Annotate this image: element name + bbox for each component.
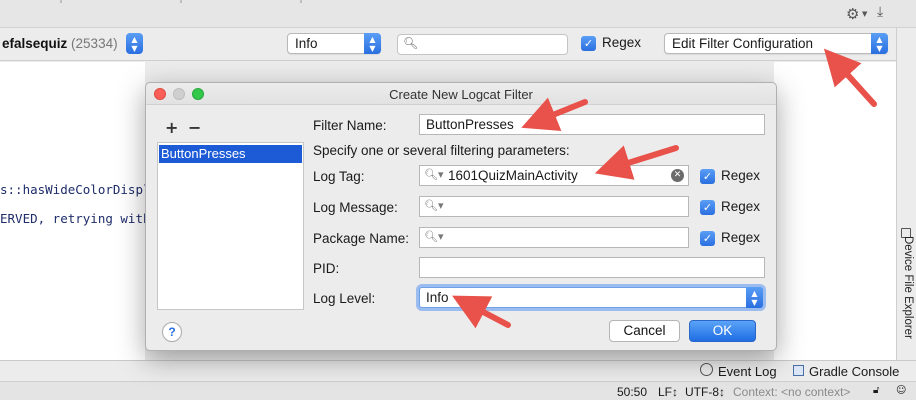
- log-level-dropdown-value: Info: [426, 290, 449, 305]
- process-selector-label[interactable]: efalsequiz (25334): [2, 36, 118, 51]
- filter-config-select[interactable]: Edit Filter Configuration ▲ ▼: [664, 33, 888, 54]
- search-icon: 🔍︎: [403, 36, 419, 50]
- process-name: efalsequiz: [2, 36, 68, 51]
- log-tag-value: 1601QuizMainActivity: [448, 168, 578, 183]
- log-level-select[interactable]: Info ▲ ▼: [287, 33, 381, 54]
- chevron-updown-icon[interactable]: ▲ ▼: [364, 33, 381, 54]
- process-pid: (25334): [71, 36, 118, 51]
- gradle-console-icon: [793, 365, 804, 376]
- file-encoding[interactable]: UTF-8↕: [685, 385, 725, 399]
- search-icon: 🔍︎▾: [424, 199, 444, 212]
- logcat-output[interactable]: s::hasWideColorDispla ERVED, retrying wi…: [0, 62, 158, 360]
- context-indicator: Context: <no context>: [733, 385, 851, 399]
- filter-config-value: Edit Filter Configuration: [672, 36, 814, 51]
- log-line: ERVED, retrying witho: [0, 211, 159, 226]
- help-button[interactable]: ?: [162, 322, 182, 342]
- add-filter-button[interactable]: +: [165, 118, 178, 137]
- package-name-regex-checkbox[interactable]: ✓: [700, 231, 715, 246]
- device-file-explorer-tab[interactable]: Device File Explorer: [900, 236, 914, 339]
- inspector-icon[interactable]: ☺: [896, 385, 906, 396]
- toolbar-fragment: [0, 0, 380, 3]
- clear-icon[interactable]: ✕: [671, 169, 684, 182]
- line-separator[interactable]: LF↕: [658, 385, 678, 399]
- status-bar: 50:50 LF↕ UTF-8↕ Context: <no context> 🔓…: [0, 381, 916, 400]
- chevron-down-icon[interactable]: ▼: [862, 10, 867, 18]
- download-icon[interactable]: ⤓: [877, 4, 883, 20]
- log-level-label: Log Level:: [313, 291, 376, 306]
- search-icon: 🔍︎▾: [424, 230, 444, 243]
- process-dropdown-stepper[interactable]: ▲ ▼: [126, 33, 143, 54]
- lock-icon[interactable]: 🔓︎: [873, 385, 879, 396]
- log-tag-label: Log Tag:: [313, 169, 365, 184]
- regex-checkbox[interactable]: ✓: [581, 36, 596, 51]
- search-icon: 🔍︎▾: [424, 168, 444, 181]
- filter-name-label: Filter Name:: [313, 118, 387, 133]
- log-tag-regex-checkbox[interactable]: ✓: [700, 169, 715, 184]
- dialog-titlebar: Create New Logcat Filter: [146, 83, 776, 105]
- log-level-dropdown[interactable]: Info ▲ ▼: [419, 287, 763, 308]
- log-tag-input[interactable]: 🔍︎▾ 1601QuizMainActivity ✕: [419, 165, 689, 186]
- tool-window-bar: Event Log Gradle Console: [0, 360, 916, 381]
- cancel-button[interactable]: Cancel: [609, 320, 680, 342]
- event-log-icon: [700, 363, 713, 376]
- create-logcat-filter-dialog: Create New Logcat Filter + − ButtonPress…: [145, 82, 777, 351]
- filter-name-input[interactable]: ButtonPresses: [419, 114, 765, 135]
- package-name-label: Package Name:: [313, 231, 410, 246]
- remove-filter-button[interactable]: −: [188, 118, 201, 137]
- filter-list-item[interactable]: ButtonPresses: [159, 145, 302, 163]
- logcat-search-input[interactable]: 🔍︎: [397, 34, 568, 55]
- log-message-regex-checkbox[interactable]: ✓: [700, 200, 715, 215]
- caret-position[interactable]: 50:50: [617, 385, 647, 399]
- log-line: s::hasWideColorDispla: [0, 182, 159, 197]
- filter-name-value: ButtonPresses: [426, 117, 514, 132]
- hint-text: Specify one or several filtering paramet…: [313, 143, 570, 158]
- log-message-regex-label: Regex: [721, 199, 761, 214]
- ok-button[interactable]: OK: [689, 320, 756, 342]
- log-level-value: Info: [295, 36, 318, 51]
- logcat-output-right: [774, 62, 896, 360]
- top-toolbar: ⚙ ▼ ⤓: [0, 0, 916, 28]
- filter-list[interactable]: ButtonPresses: [157, 142, 304, 310]
- chevron-updown-icon[interactable]: ▲ ▼: [746, 287, 763, 308]
- gear-icon[interactable]: ⚙: [846, 5, 859, 23]
- package-name-input[interactable]: 🔍︎▾: [419, 227, 689, 248]
- gradle-console-button[interactable]: Gradle Console: [809, 364, 899, 379]
- logcat-toolbar: efalsequiz (25334) ▲ ▼ Info ▲ ▼ 🔍︎ ✓ Regex…: [0, 28, 916, 61]
- dialog-title: Create New Logcat Filter: [389, 87, 533, 102]
- pid-label: PID:: [313, 261, 340, 276]
- pid-input[interactable]: [419, 257, 765, 278]
- chevron-updown-icon[interactable]: ▲ ▼: [871, 33, 888, 54]
- log-tag-regex-label: Regex: [721, 168, 761, 183]
- log-message-label: Log Message:: [313, 200, 398, 215]
- package-name-regex-label: Regex: [721, 230, 761, 245]
- log-message-input[interactable]: 🔍︎▾: [419, 196, 689, 217]
- regex-label: Regex: [602, 35, 642, 50]
- event-log-button[interactable]: Event Log: [718, 364, 777, 379]
